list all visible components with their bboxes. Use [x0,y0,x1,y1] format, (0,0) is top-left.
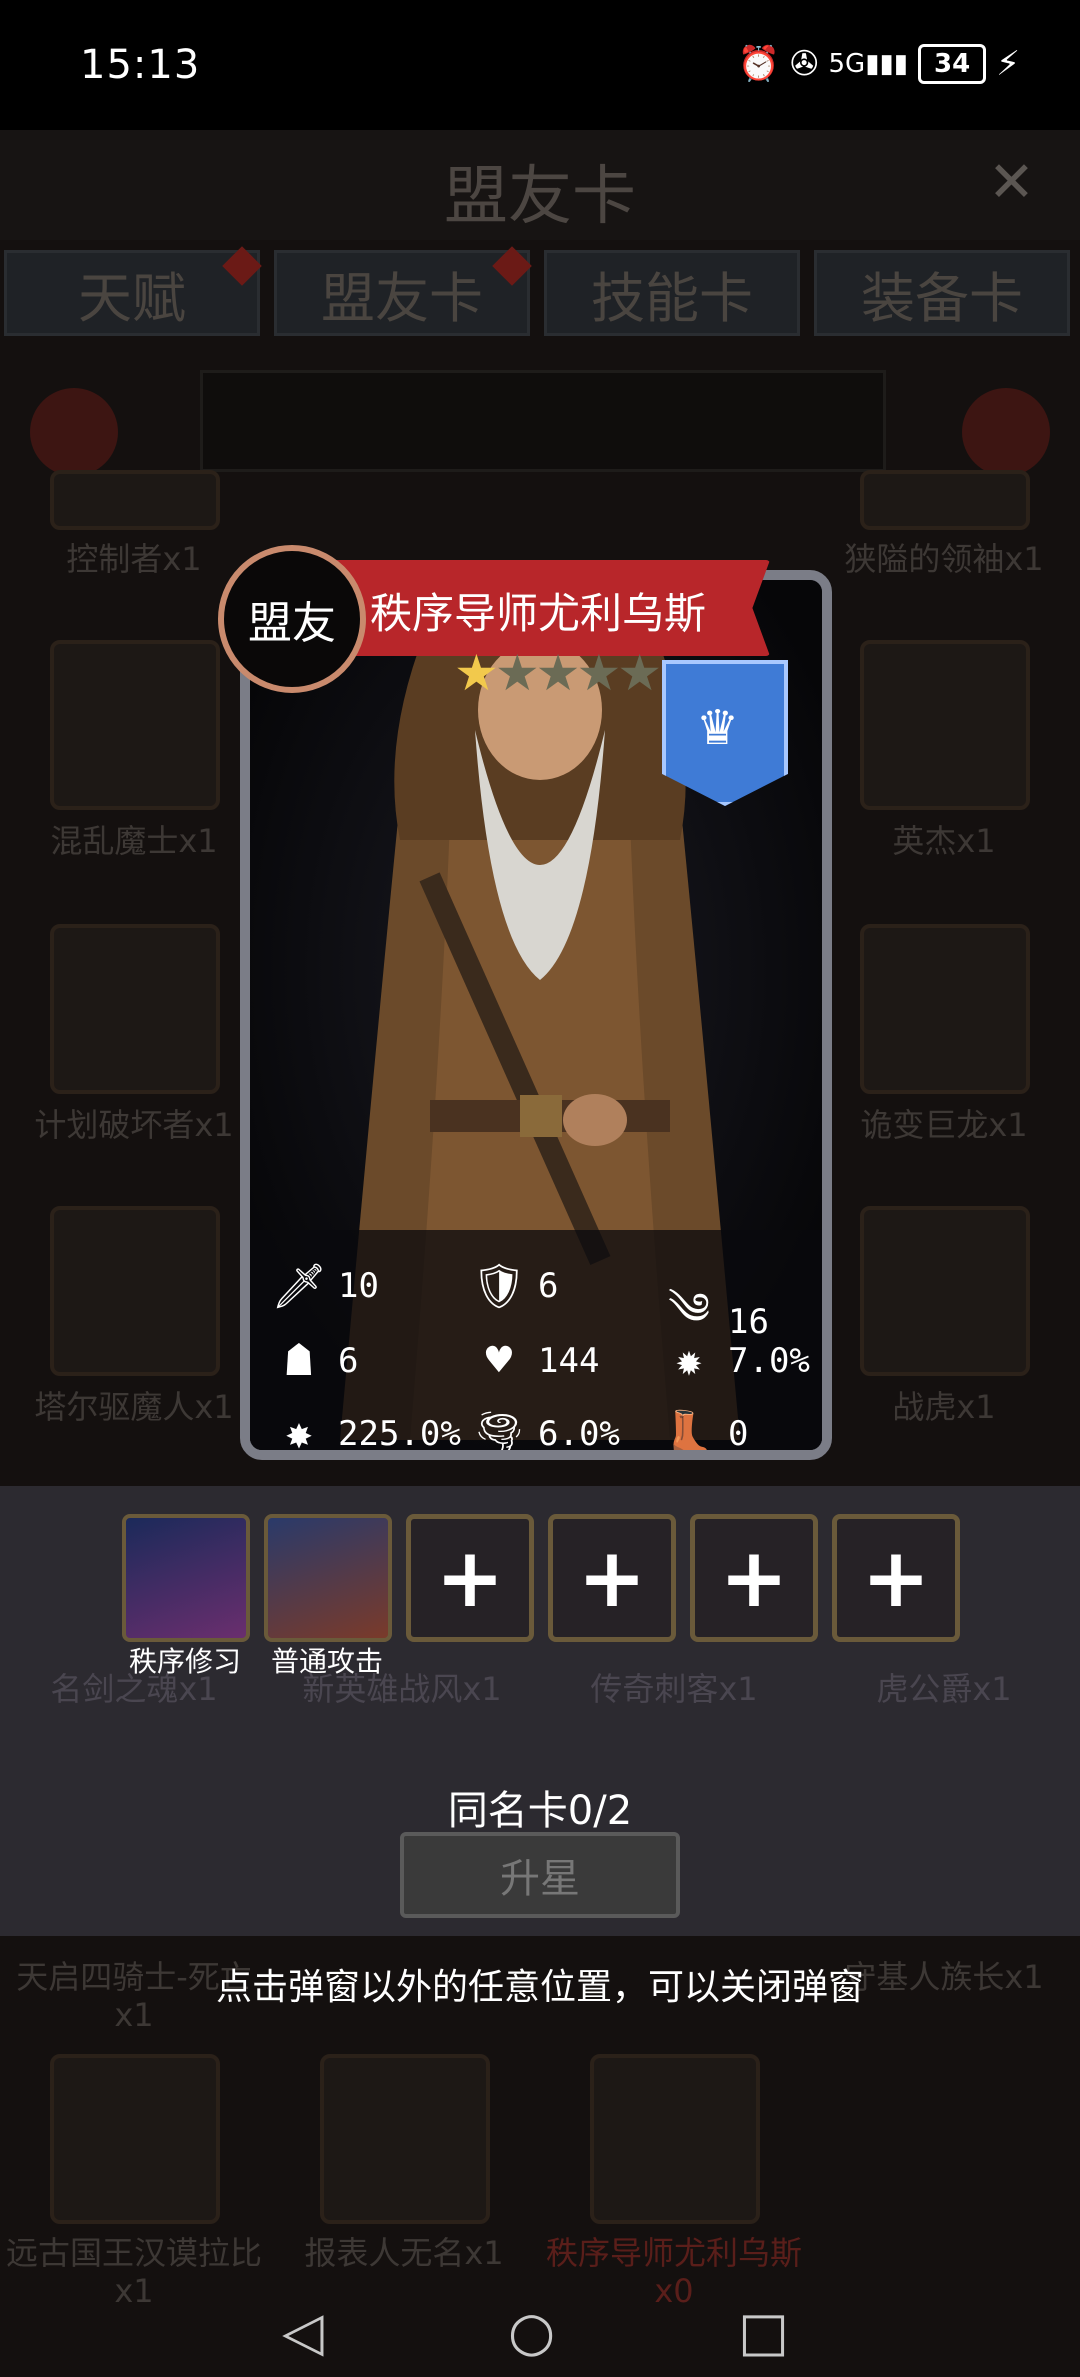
card-label: 战虎x1 [892,1388,996,1426]
card-slot[interactable] [320,2054,490,2224]
battery-icon: 34 [918,44,987,84]
card-label: 狭隘的领袖x1 [844,540,1044,578]
add-skill-button[interactable]: + [548,1514,676,1642]
stat-attack: 🗡 10 [271,1261,379,1312]
stat-move: 👢 0 [661,1409,749,1460]
tab-talent[interactable]: 天赋 [4,250,260,336]
close-icon[interactable]: ✕ [988,150,1035,215]
card-slot[interactable] [590,2054,760,2224]
card-type-badge: 盟友 [218,545,366,693]
add-skill-button[interactable]: + [832,1514,960,1642]
search-input[interactable] [200,370,886,472]
skill-label: 普通攻击 [270,1645,383,1678]
card-slot[interactable] [860,1206,1030,1376]
crit-damage-icon: ✸ [285,1408,313,1459]
page-title: 盟友卡 [444,160,636,234]
card-slot[interactable] [50,1206,220,1376]
skill-slot-normal-attack[interactable] [264,1514,392,1642]
stat-evasion: 🌪 6.0% [471,1409,620,1460]
star-rating: ★★★★★ [454,644,662,702]
tab-equip-card[interactable]: 装备卡 [814,250,1070,336]
menu-button[interactable] [30,388,118,476]
skill-slot-order-practice[interactable] [122,1514,250,1642]
card-slot[interactable] [50,640,220,810]
boot-icon: 👢 [661,1409,717,1460]
star-empty-icon: ★★★★ [494,644,662,702]
card-label: 控制者x1 [66,540,202,578]
card-label: 混乱魔士x1 [50,822,218,860]
card-slot[interactable] [860,924,1030,1094]
filter-button[interactable] [962,388,1050,476]
card-label: 塔尔驱魔人x1 [34,1388,234,1426]
card-label: 英杰x1 [892,822,996,860]
tab-ally-card[interactable]: 盟友卡 [274,250,530,336]
card-slot[interactable] [50,470,220,530]
tab-skill-card[interactable]: 技能卡 [544,250,800,336]
hood-icon: ☗ [285,1335,313,1386]
card-slot[interactable] [860,640,1030,810]
stat-hp: ♥ 144 [470,1335,600,1386]
card-slot[interactable] [860,470,1030,530]
fan-icon: ✇ [789,44,819,84]
card-label: 传奇刺客x1 [590,1670,758,1708]
tornado-icon: 🌪 [471,1409,527,1460]
card-label: 计划破坏者x1 [34,1106,234,1144]
status-time: 15:13 [80,42,201,88]
back-icon[interactable]: ◁ [282,2300,324,2363]
stat-crit-damage: ✸ 225.0% [270,1408,461,1459]
heart-icon: ♥ [485,1335,513,1386]
crit-icon: ✹ [675,1335,703,1386]
card-label: 报表人无名x1 [304,2234,504,2272]
crown-icon: ♛ [696,700,740,756]
status-icons: ⏰ ✇ 5G▮▮▮ 34 ⚡ [738,44,1020,84]
star-filled-icon: ★ [454,644,499,702]
recents-icon[interactable]: □ [738,2300,789,2363]
card-slot[interactable] [50,924,220,1094]
card-label: 虎公爵x1 [876,1670,1012,1708]
stat-dodge: ☗ 6 [270,1335,359,1386]
shield-icon: 🛡 [471,1261,527,1312]
card-slot[interactable] [50,2054,220,2224]
stat-defense: 🛡 6 [471,1261,559,1312]
signal-icon: 5G▮▮▮ [828,49,909,79]
close-hint: 点击弹窗以外的任意位置，可以关闭弹窗 [215,1967,864,2008]
card-label: 诡变巨龙x1 [860,1106,1028,1144]
same-card-count: 同名卡0/2 [447,1788,633,1834]
add-skill-button[interactable]: + [406,1514,534,1642]
home-icon[interactable]: ○ [508,2300,555,2363]
alarm-icon: ⏰ [737,44,780,84]
stat-crit: ✹ 7.0% [660,1335,810,1386]
charging-icon: ⚡ [996,44,1020,84]
add-skill-button[interactable]: + [690,1514,818,1642]
upgrade-star-button[interactable]: 升星 [400,1832,680,1918]
card-name: 秩序导师尤利乌斯 [370,589,707,638]
skill-label: 秩序修习 [128,1645,241,1678]
sword-icon: 🗡 [271,1261,327,1312]
